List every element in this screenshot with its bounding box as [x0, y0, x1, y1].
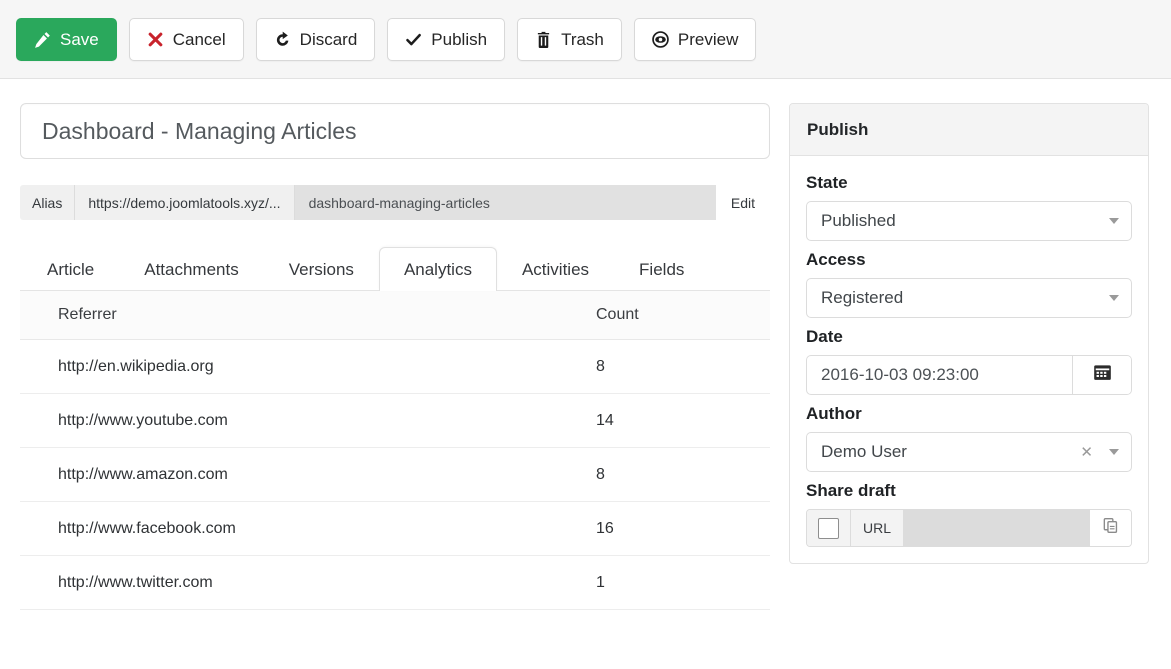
cell-referrer: http://en.wikipedia.org — [58, 357, 214, 375]
check-icon — [405, 31, 422, 48]
publish-panel-body: State Published Access Registered Date 2… — [790, 156, 1148, 563]
chevron-down-icon — [1109, 295, 1119, 301]
cell-referrer: http://www.facebook.com — [58, 519, 236, 537]
date-picker-button[interactable] — [1073, 356, 1131, 394]
date-field-group: 2016-10-03 09:23:00 — [806, 355, 1132, 395]
share-draft-checkbox[interactable] — [807, 510, 851, 546]
state-label: State — [806, 173, 848, 192]
close-icon[interactable]: ✕ — [1080, 445, 1093, 460]
author-label: Author — [806, 404, 862, 423]
publish-panel: Publish State Published Access Registere… — [789, 103, 1149, 564]
publish-button-label: Publish — [431, 29, 488, 49]
alias-row: Alias https://demo.joomlatools.xyz/... d… — [20, 185, 770, 220]
access-label: Access — [806, 250, 866, 269]
date-input[interactable]: 2016-10-03 09:23:00 — [807, 356, 1073, 394]
tab-article[interactable]: Article — [22, 247, 119, 291]
calendar-icon — [1093, 363, 1112, 387]
analytics-referrer-table: Referrer Count http://en.wikipedia.org 8… — [20, 291, 770, 610]
author-value: Demo User — [821, 442, 907, 461]
cell-count: 8 — [596, 465, 605, 483]
author-select[interactable]: Demo User ✕ — [806, 432, 1132, 472]
alias-url-prefix: https://demo.joomlatools.xyz/... — [75, 185, 295, 220]
publish-button[interactable]: Publish — [387, 17, 506, 61]
cell-count: 14 — [596, 411, 614, 429]
state-select[interactable]: Published — [806, 201, 1132, 241]
tab-versions[interactable]: Versions — [264, 247, 379, 291]
chevron-down-icon — [1109, 218, 1119, 224]
access-value: Registered — [821, 288, 904, 307]
table-row[interactable]: http://en.wikipedia.org 8 — [20, 340, 770, 394]
chevron-down-icon — [1109, 449, 1119, 455]
trash-button[interactable]: Trash — [517, 17, 622, 61]
tab-attachments[interactable]: Attachments — [119, 247, 264, 291]
checkbox-box — [818, 517, 839, 539]
editor-tabs: Article Attachments Versions Analytics A… — [20, 245, 770, 291]
copy-url-button[interactable] — [1089, 510, 1131, 546]
save-button[interactable]: Save — [16, 17, 117, 61]
cell-referrer: http://www.twitter.com — [58, 573, 213, 591]
article-title-input[interactable]: Dashboard - Managing Articles — [20, 103, 770, 159]
undo-icon — [274, 31, 291, 48]
cell-count: 8 — [596, 357, 605, 375]
preview-button-label: Preview — [677, 29, 739, 49]
preview-button[interactable]: Preview — [633, 17, 757, 61]
alias-edit-button[interactable]: Edit — [715, 185, 770, 220]
column-header-count: Count — [596, 306, 639, 323]
editor-toolbar: Save Cancel Discard Publish Trash Previe… — [0, 0, 1171, 79]
main-column: Dashboard - Managing Articles Alias http… — [20, 103, 770, 610]
publish-panel-heading: Publish — [790, 104, 1148, 156]
table-row[interactable]: http://www.youtube.com 14 — [20, 394, 770, 448]
article-title-value: Dashboard - Managing Articles — [42, 117, 357, 144]
share-draft-group: URL — [806, 509, 1132, 547]
alias-label: Alias — [20, 185, 76, 220]
cell-referrer: http://www.amazon.com — [58, 465, 228, 483]
discard-button[interactable]: Discard — [255, 17, 376, 61]
editor-page: Dashboard - Managing Articles Alias http… — [0, 79, 1171, 669]
eye-icon — [652, 30, 669, 48]
tab-analytics[interactable]: Analytics — [378, 247, 497, 291]
state-value: Published — [821, 211, 896, 230]
date-label: Date — [806, 327, 843, 346]
tab-fields[interactable]: Fields — [614, 247, 709, 291]
trash-button-label: Trash — [561, 29, 604, 49]
cell-count: 1 — [596, 573, 605, 591]
cell-count: 16 — [596, 519, 614, 537]
discard-button-label: Discard — [299, 29, 358, 49]
column-header-referrer: Referrer — [58, 306, 117, 323]
alias-slug-value[interactable]: dashboard-managing-articles — [294, 185, 716, 220]
tab-activities[interactable]: Activities — [497, 247, 614, 291]
table-row[interactable]: http://www.facebook.com 16 — [20, 502, 770, 556]
pencil-icon — [34, 31, 51, 48]
table-row[interactable]: http://www.twitter.com 1 — [20, 556, 770, 610]
copy-icon — [1102, 517, 1119, 539]
share-url-label: URL — [851, 510, 905, 546]
trash-icon — [535, 31, 552, 48]
cancel-button-label: Cancel — [172, 29, 226, 49]
share-url-input[interactable] — [904, 510, 1089, 546]
access-select[interactable]: Registered — [806, 278, 1132, 318]
sidebar-column: Publish State Published Access Registere… — [789, 103, 1149, 564]
x-mark-icon — [147, 31, 164, 48]
table-header-row: Referrer Count — [20, 291, 770, 340]
share-draft-label: Share draft — [806, 481, 896, 500]
cancel-button[interactable]: Cancel — [128, 17, 244, 61]
cell-referrer: http://www.youtube.com — [58, 411, 228, 429]
save-button-label: Save — [60, 29, 99, 49]
table-row[interactable]: http://www.amazon.com 8 — [20, 448, 770, 502]
